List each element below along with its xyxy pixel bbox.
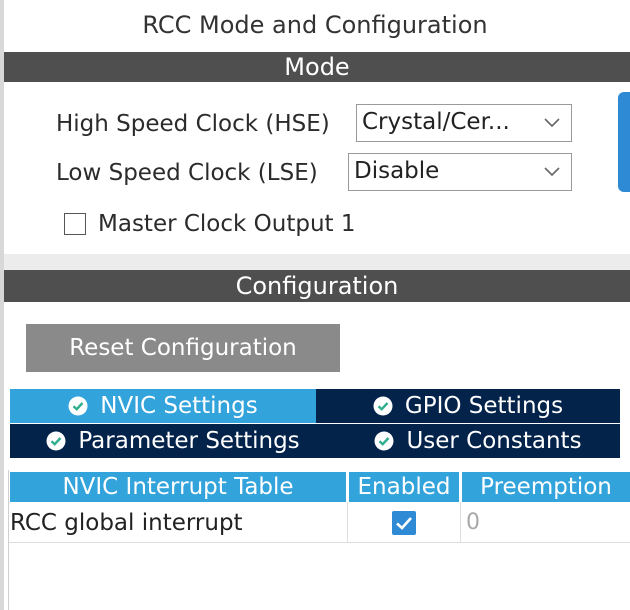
- checkmark-icon: [396, 517, 412, 530]
- lse-select[interactable]: Disable: [348, 153, 572, 191]
- page-title: RCC Mode and Configuration: [142, 11, 488, 39]
- table-row-name: RCC global interrupt: [10, 510, 243, 536]
- hse-select-value: Crystal/Cer...: [362, 109, 510, 135]
- column-divider: [460, 502, 461, 542]
- hse-select[interactable]: Crystal/Cer...: [356, 104, 572, 142]
- tab-label: User Constants: [406, 428, 582, 454]
- lse-select-value: Disable: [354, 158, 440, 184]
- hse-label: High Speed Clock (HSE): [56, 111, 330, 137]
- tab-nvic-settings[interactable]: NVIC Settings: [10, 389, 316, 423]
- preemption-value[interactable]: 0: [466, 505, 480, 541]
- check-circle-icon: [374, 431, 394, 451]
- reset-configuration-button[interactable]: Reset Configuration: [26, 324, 340, 372]
- row-divider: [9, 542, 630, 543]
- mode-section-header: Mode: [4, 52, 630, 82]
- mco1-label: Master Clock Output 1: [98, 211, 356, 237]
- tab-parameter-settings[interactable]: Parameter Settings: [10, 424, 336, 458]
- check-circle-icon: [68, 396, 88, 416]
- section-divider: [4, 254, 630, 270]
- tab-label: GPIO Settings: [404, 393, 564, 419]
- tab-gpio-settings[interactable]: GPIO Settings: [316, 389, 620, 423]
- tab-user-constants[interactable]: User Constants: [336, 424, 620, 458]
- tab-label: NVIC Settings: [100, 393, 258, 419]
- check-circle-icon: [373, 396, 393, 416]
- column-header-nvic-interrupt-table[interactable]: NVIC Interrupt Table: [10, 472, 346, 502]
- column-header-preemption[interactable]: Preemption: [462, 472, 630, 502]
- configuration-section-header: Configuration: [4, 270, 630, 302]
- chevron-down-icon: [544, 118, 560, 128]
- check-circle-icon: [46, 431, 66, 451]
- mco1-checkbox[interactable]: [64, 213, 86, 235]
- tab-label: Parameter Settings: [78, 428, 300, 454]
- chevron-down-icon: [544, 167, 560, 177]
- column-header-enabled[interactable]: Enabled: [349, 472, 459, 502]
- lse-label: Low Speed Clock (LSE): [56, 160, 318, 186]
- mode-panel-scrollbar[interactable]: [618, 92, 630, 192]
- enabled-checkbox[interactable]: [392, 511, 416, 535]
- column-divider: [347, 502, 348, 542]
